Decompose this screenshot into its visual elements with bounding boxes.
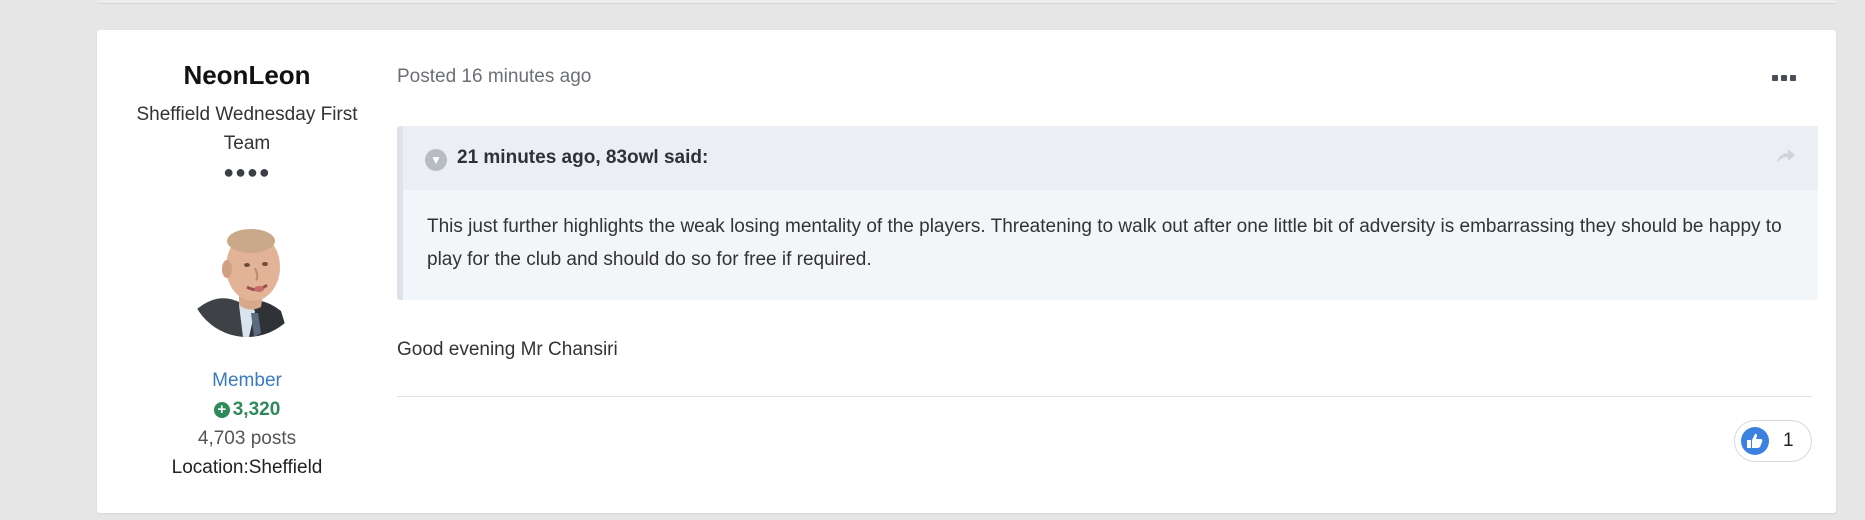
post-date[interactable]: Posted 16 minutes ago xyxy=(397,66,591,88)
more-options-button[interactable] xyxy=(1769,68,1799,88)
member-group: Member xyxy=(212,370,282,391)
reputation: +3,320 xyxy=(97,399,397,421)
reaction-button[interactable]: 1 xyxy=(1734,420,1812,462)
post-body: Good evening Mr Chansiri xyxy=(397,339,618,360)
divider xyxy=(397,396,1812,397)
author-name[interactable]: NeonLeon xyxy=(97,60,397,91)
quote-block: ▼ 21 minutes ago, 83owl said: This just … xyxy=(397,126,1818,300)
share-icon[interactable] xyxy=(1776,148,1796,169)
quote-citation: 21 minutes ago, 83owl said: xyxy=(457,147,709,168)
forum-post: NeonLeon Sheffield Wednesday First Team … xyxy=(97,30,1836,513)
quote-text: This just further highlights the weak lo… xyxy=(427,216,1782,270)
previous-post-edge xyxy=(97,0,1836,4)
ellipsis-dot xyxy=(1781,75,1787,81)
location: Location:Sheffield xyxy=(171,457,323,478)
thumbs-up-icon xyxy=(1741,427,1769,455)
author-rank-title: Sheffield Wednesday First Team xyxy=(136,104,358,154)
ellipsis-icon xyxy=(1772,75,1778,81)
post-count: 4,703 posts xyxy=(197,428,297,449)
avatar[interactable] xyxy=(189,221,305,337)
ellipsis-dot xyxy=(1790,75,1796,81)
plus-circle-icon: + xyxy=(213,402,230,418)
rank-pips: ●●●● xyxy=(223,162,271,182)
reputation-value: 3,320 xyxy=(232,399,281,420)
quote-header: ▼ 21 minutes ago, 83owl said: xyxy=(403,126,1818,190)
chevron-down-icon[interactable]: ▼ xyxy=(425,149,447,171)
like-count: 1 xyxy=(1783,430,1794,451)
